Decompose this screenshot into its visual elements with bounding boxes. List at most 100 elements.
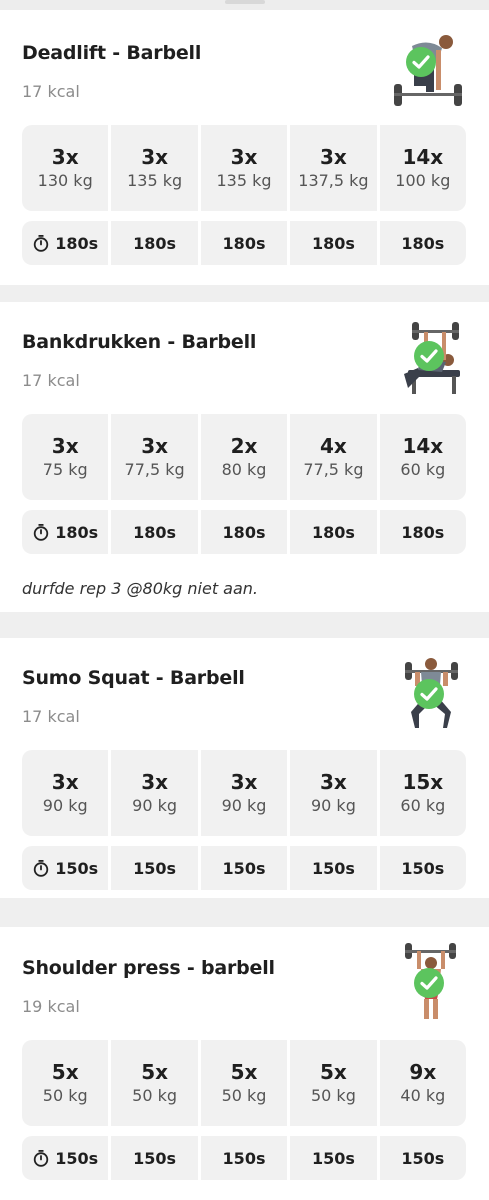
rest-cell[interactable]: 180s	[200, 221, 288, 265]
set-cell[interactable]: 3x 135 kg	[111, 125, 198, 211]
set-cell[interactable]: 3x 135 kg	[200, 125, 288, 211]
set-cell[interactable]: 14x 100 kg	[379, 125, 467, 211]
set-weight: 50 kg	[221, 1086, 267, 1105]
set-weight: 60 kg	[400, 460, 446, 479]
set-reps: 14x	[402, 434, 444, 458]
rest-cell[interactable]: 180s	[22, 510, 109, 554]
rest-cell[interactable]: 150s	[200, 846, 288, 890]
exercise-title: Sumo Squat - Barbell	[22, 667, 245, 689]
rest-cell[interactable]: 180s	[290, 510, 377, 554]
set-weight: 50 kg	[42, 1086, 88, 1105]
rest-time: 180s	[311, 233, 355, 253]
set-reps: 3x	[141, 434, 169, 458]
set-weight: 135 kg	[127, 171, 183, 190]
rest-cell[interactable]: 150s	[22, 846, 109, 890]
exercise-card[interactable]: Sumo Squat - Barbell 17 kcal 3x 90 kg 3x 9…	[0, 638, 489, 898]
rest-cell[interactable]: 150s	[290, 846, 377, 890]
set-cell[interactable]: 14x 60 kg	[379, 414, 467, 500]
set-weight: 137,5 kg	[298, 171, 369, 190]
rest-row: 150s 150s 150s 150s 150s	[22, 1136, 467, 1180]
set-cell[interactable]: 3x 130 kg	[22, 125, 109, 211]
rest-cell[interactable]: 180s	[379, 510, 467, 554]
sets-row: 3x 130 kg 3x 135 kg 3x 135 kg 3x 137,5 kg 14…	[22, 125, 467, 211]
exercise-title: Deadlift - Barbell	[22, 42, 202, 64]
set-weight: 40 kg	[400, 1086, 446, 1105]
drag-handle[interactable]	[225, 0, 265, 4]
rest-time: 150s	[222, 858, 266, 878]
rest-time: 180s	[222, 522, 266, 542]
set-weight: 77,5 kg	[303, 460, 364, 479]
set-weight: 60 kg	[400, 796, 446, 815]
rest-time: 180s	[222, 233, 266, 253]
set-cell[interactable]: 15x 60 kg	[379, 750, 467, 836]
check-circle-icon	[413, 678, 445, 710]
rest-time: 180s	[401, 233, 445, 253]
exercise-card[interactable]: Shoulder press - barbell 19 kcal 5x 50 kg…	[0, 927, 489, 1200]
set-cell[interactable]: 3x 90 kg	[200, 750, 288, 836]
rest-row: 180s 180s 180s 180s 180s	[22, 510, 467, 554]
set-reps: 2x	[230, 434, 258, 458]
set-weight: 100 kg	[395, 171, 451, 190]
set-cell[interactable]: 4x 77,5 kg	[290, 414, 377, 500]
set-weight: 90 kg	[132, 796, 178, 815]
rest-time: 180s	[133, 522, 177, 542]
rest-cell[interactable]: 180s	[111, 510, 198, 554]
set-reps: 3x	[230, 145, 258, 169]
rest-time: 180s	[133, 233, 177, 253]
set-cell[interactable]: 5x 50 kg	[200, 1040, 288, 1126]
rest-cell[interactable]: 150s	[111, 1136, 198, 1180]
exercise-kcal: 17 kcal	[22, 371, 80, 390]
set-reps: 3x	[141, 770, 169, 794]
set-reps: 5x	[320, 1060, 347, 1084]
rest-cell[interactable]: 180s	[379, 221, 467, 265]
set-cell[interactable]: 3x 90 kg	[22, 750, 109, 836]
set-reps: 9x	[409, 1060, 437, 1084]
rest-time: 180s	[55, 522, 99, 542]
set-reps: 14x	[402, 145, 444, 169]
rest-cell[interactable]: 180s	[200, 510, 288, 554]
set-reps: 3x	[320, 770, 347, 794]
set-cell[interactable]: 5x 50 kg	[111, 1040, 198, 1126]
rest-time: 150s	[133, 858, 177, 878]
set-weight: 90 kg	[42, 796, 88, 815]
set-reps: 4x	[320, 434, 347, 458]
rest-time: 150s	[222, 1148, 266, 1168]
set-cell[interactable]: 9x 40 kg	[379, 1040, 467, 1126]
set-reps: 15x	[402, 770, 444, 794]
exercise-card[interactable]: Deadlift - Barbell 17 kcal 3x 130 kg 3x 13…	[0, 10, 489, 285]
rest-time: 150s	[401, 858, 445, 878]
set-cell[interactable]: 5x 50 kg	[22, 1040, 109, 1126]
set-reps: 5x	[230, 1060, 258, 1084]
set-cell[interactable]: 3x 90 kg	[290, 750, 377, 836]
rest-cell[interactable]: 150s	[379, 1136, 467, 1180]
set-cell[interactable]: 3x 77,5 kg	[111, 414, 198, 500]
set-reps: 3x	[230, 770, 258, 794]
set-cell[interactable]: 2x 80 kg	[200, 414, 288, 500]
exercise-kcal: 17 kcal	[22, 707, 80, 726]
exercise-title: Shoulder press - barbell	[22, 957, 275, 979]
set-weight: 50 kg	[310, 1086, 356, 1105]
exercise-kcal: 19 kcal	[22, 997, 80, 1016]
rest-cell[interactable]: 150s	[111, 846, 198, 890]
exercise-card[interactable]: Bankdrukken - Barbell 17 kcal 3x 75 kg 3x…	[0, 302, 489, 612]
check-circle-icon	[405, 46, 437, 78]
stopwatch-icon	[32, 523, 50, 541]
rest-cell[interactable]: 150s	[22, 1136, 109, 1180]
set-cell[interactable]: 3x 75 kg	[22, 414, 109, 500]
rest-time: 150s	[311, 858, 355, 878]
rest-cell[interactable]: 180s	[22, 221, 109, 265]
set-reps: 3x	[320, 145, 347, 169]
set-cell[interactable]: 3x 137,5 kg	[290, 125, 377, 211]
set-cell[interactable]: 3x 90 kg	[111, 750, 198, 836]
stopwatch-icon	[32, 1149, 50, 1167]
set-weight: 90 kg	[221, 796, 267, 815]
rest-cell[interactable]: 150s	[200, 1136, 288, 1180]
set-cell[interactable]: 5x 50 kg	[290, 1040, 377, 1126]
rest-row: 180s 180s 180s 180s 180s	[22, 221, 467, 265]
rest-cell[interactable]: 180s	[111, 221, 198, 265]
rest-cell[interactable]: 180s	[290, 221, 377, 265]
rest-cell[interactable]: 150s	[379, 846, 467, 890]
rest-cell[interactable]: 150s	[290, 1136, 377, 1180]
set-reps: 3x	[51, 434, 79, 458]
rest-row: 150s 150s 150s 150s 150s	[22, 846, 467, 890]
